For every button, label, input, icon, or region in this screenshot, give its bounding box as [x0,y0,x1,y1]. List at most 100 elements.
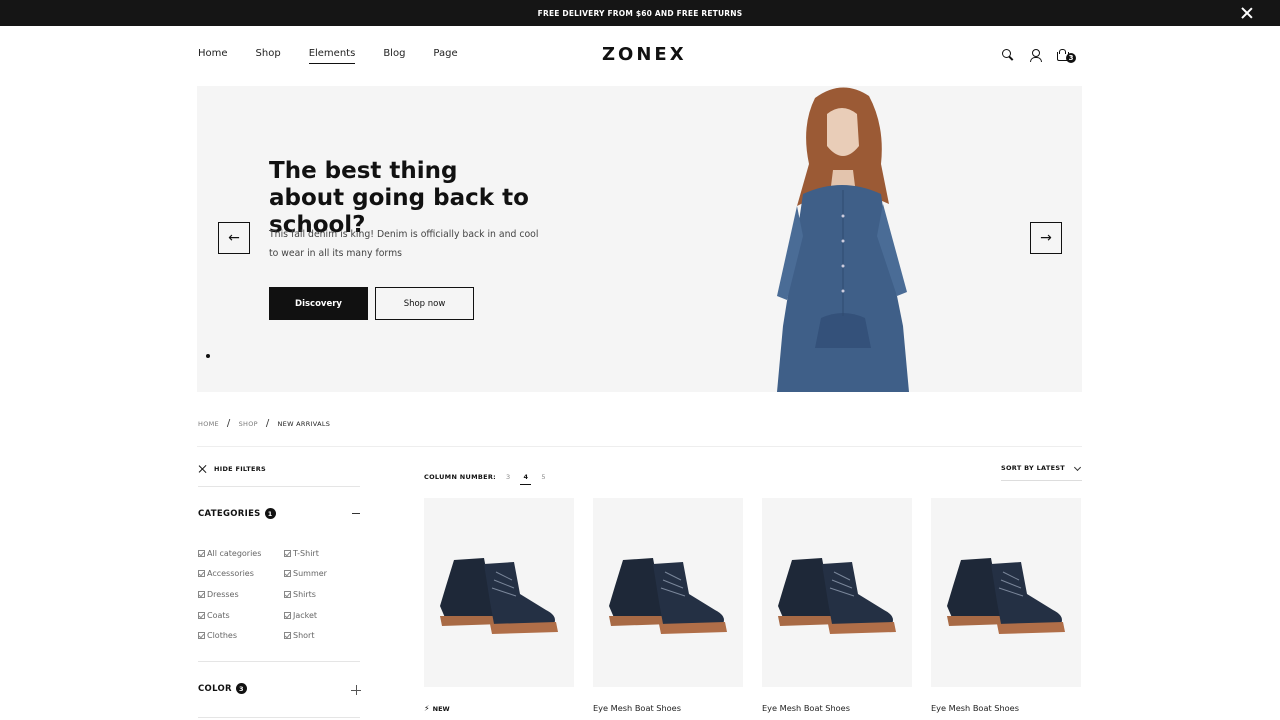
color-count-badge: 3 [235,683,247,694]
category-label: Coats [207,610,230,620]
new-badge-label: NEW [432,704,450,713]
product-image[interactable] [593,498,743,687]
divider [197,446,1082,447]
hide-filters-label: HIDE FILTERS [214,465,267,473]
new-badge: ⚡ NEW [424,704,450,713]
color-title: COLOR [198,683,232,694]
lightning-icon: ⚡ [424,704,430,713]
hero-slider: The best thing about going back to schoo… [197,86,1082,392]
categories-header[interactable]: CATEGORIES 1 [198,508,276,519]
category-item[interactable]: T-Shirt [284,543,327,564]
category-label: Shirts [293,589,316,599]
column-option-5[interactable]: 5 [541,473,545,481]
breadcrumb: HOME / SHOP / NEW ARRIVALS [198,418,330,429]
product-card[interactable]: Eye Mesh Boat Shoes [931,498,1081,713]
category-item[interactable]: All categories [198,543,261,564]
search-icon[interactable] [1000,48,1016,64]
column-option-3[interactable]: 3 [506,473,510,481]
sort-select[interactable]: SORT BY LATEST [1001,463,1082,481]
nav-home[interactable]: Home [198,48,228,64]
checkbox-icon [198,611,205,619]
category-label: T-Shirt [293,548,319,558]
cart-icon[interactable]: 3 [1056,48,1076,64]
product-name[interactable]: Eye Mesh Boat Shoes [762,703,912,713]
shop-now-button[interactable]: Shop now [375,287,474,320]
column-option-4[interactable]: 4 [520,473,532,485]
category-label: Clothes [207,631,237,641]
user-icon[interactable] [1028,48,1044,64]
checkbox-icon [284,632,291,640]
boot-image [947,558,1065,634]
header-icons: 3 [1000,48,1084,64]
category-item[interactable]: Dresses [198,584,261,605]
next-arrow-glyph: → [1040,230,1052,246]
category-label: Short [293,631,315,641]
column-number-selector: COLUMN NUMBER: 3 4 5 [424,469,546,485]
breadcrumb-home[interactable]: HOME [198,420,219,428]
close-icon[interactable] [1240,6,1254,20]
divider [198,661,360,662]
product-image[interactable] [762,498,912,687]
category-label: Accessories [207,569,254,579]
checkbox-icon [198,570,205,578]
nav-shop[interactable]: Shop [256,48,281,64]
product-card[interactable]: Eye Mesh Boat Shoes [593,498,743,713]
discovery-button[interactable]: Discovery [269,287,368,320]
breadcrumb-separator: / [265,418,270,429]
category-item[interactable]: Clothes [198,625,261,646]
category-item[interactable]: Accessories [198,564,261,585]
expand-icon[interactable] [351,685,361,695]
announcement-text: FREE DELIVERY FROM $60 AND FREE RETURNS [537,8,743,18]
categories-title: CATEGORIES [198,508,261,519]
categories-count-badge: 1 [264,508,276,519]
checkbox-icon [284,590,291,598]
hero-model-image [777,87,909,392]
category-item[interactable]: Jacket [284,605,327,626]
checkbox-icon [198,549,205,557]
breadcrumb-current: NEW ARRIVALS [277,419,331,428]
next-arrow-icon[interactable]: → [1030,222,1062,254]
main-nav: Home Shop Elements Blog Page [198,48,486,64]
category-label: Jacket [293,610,318,620]
categories-list-right: T-Shirt Summer Shirts Jacket Short [284,543,327,646]
category-item[interactable]: Coats [198,605,261,626]
category-label: Summer [293,569,327,579]
chevron-down-icon [1073,463,1082,472]
breadcrumb-shop[interactable]: SHOP [239,420,258,428]
product-image[interactable] [424,498,574,687]
product-image[interactable] [931,498,1081,687]
breadcrumb-separator: / [226,418,231,429]
category-item[interactable]: Summer [284,564,327,585]
categories-list-left: All categories Accessories Dresses Coats… [198,543,261,646]
product-name[interactable]: Eye Mesh Boat Shoes [931,703,1081,713]
prev-arrow-glyph: ← [228,230,240,246]
checkbox-icon [198,632,205,640]
column-number-label: COLUMN NUMBER: [424,473,497,481]
announcement-bar: FREE DELIVERY FROM $60 AND FREE RETURNS [0,0,1280,26]
logo[interactable]: ZONEX [602,44,687,65]
collapse-icon[interactable] [352,513,360,515]
category-item[interactable]: Short [284,625,327,646]
category-item[interactable]: Shirts [284,584,327,605]
hide-filters-button[interactable]: HIDE FILTERS [198,464,266,474]
hero-subtitle: This fall denim is king! Denim is offici… [269,229,539,259]
boot-image [440,558,558,634]
product-card[interactable]: Eye Mesh Boat Shoes [762,498,912,713]
nav-blog[interactable]: Blog [383,48,405,64]
product-card[interactable] [424,498,574,687]
divider [198,717,360,718]
prev-arrow-icon[interactable]: ← [218,222,250,254]
color-header[interactable]: COLOR 3 [198,683,247,694]
cart-count-badge: 3 [1066,53,1076,63]
category-label: Dresses [207,589,239,599]
boot-image [609,558,727,634]
product-name[interactable]: Eye Mesh Boat Shoes [593,703,743,713]
category-label: All categories [207,548,262,558]
boot-image [778,558,896,634]
slider-dot[interactable] [206,354,210,358]
nav-elements[interactable]: Elements [308,48,356,64]
divider [198,486,360,487]
checkbox-icon [284,611,291,619]
nav-page[interactable]: Page [433,48,457,64]
checkbox-icon [198,590,205,598]
